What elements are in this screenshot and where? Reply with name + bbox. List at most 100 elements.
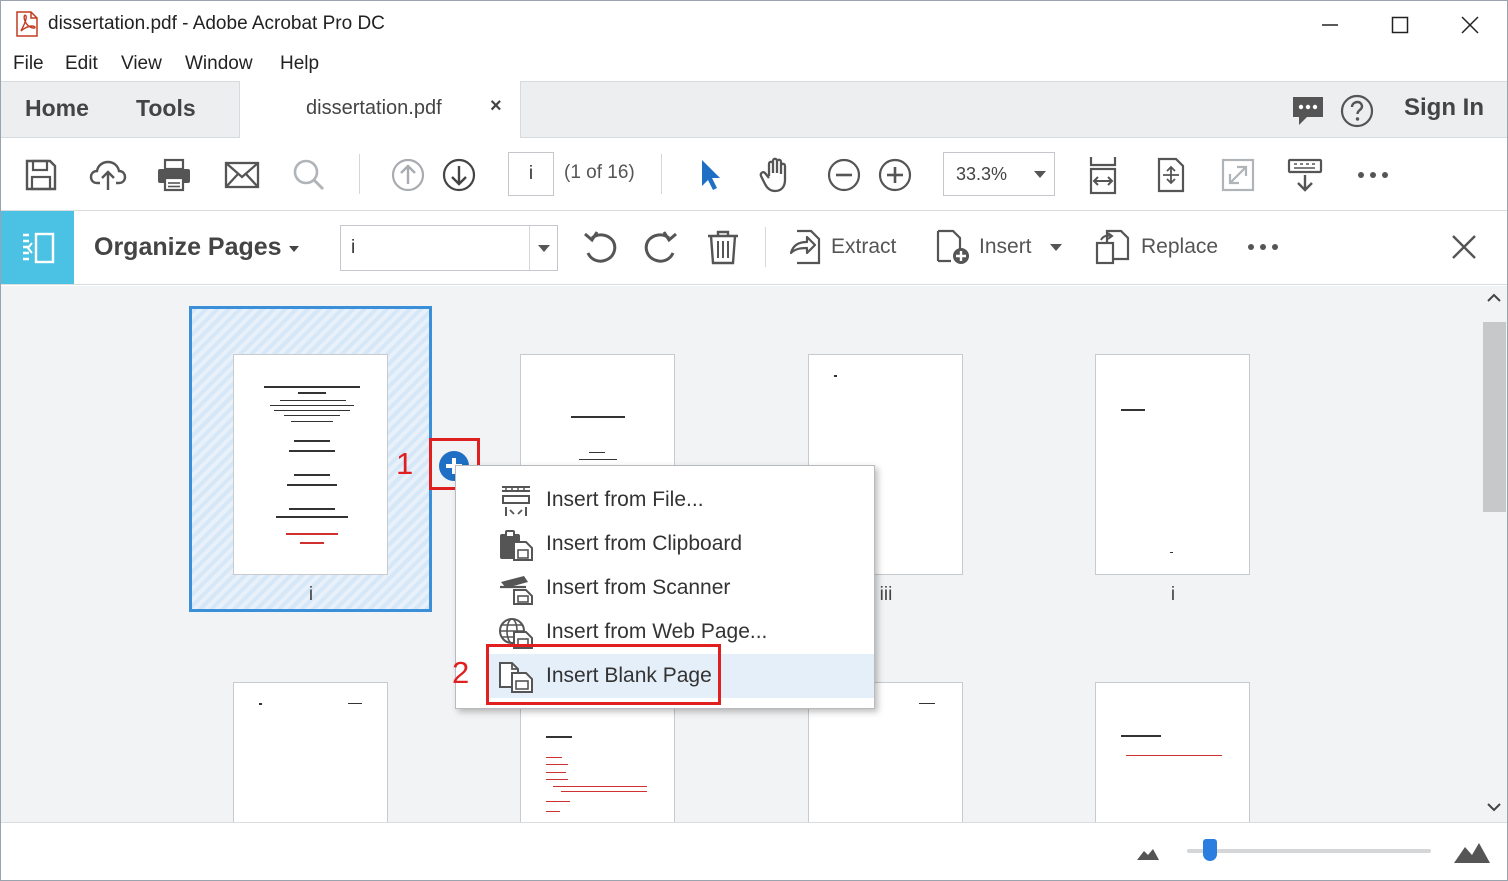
search-button[interactable]	[290, 156, 328, 194]
sign-in-button[interactable]: Sign In	[1404, 94, 1484, 122]
menu-item-insert-from-clipboard[interactable]: Insert from Clipboard	[456, 522, 874, 566]
page-number-input[interactable]: i	[508, 152, 554, 196]
pdf-file-icon	[16, 11, 38, 37]
thumbnail-size-slider-handle[interactable]	[1203, 839, 1217, 861]
next-page-button[interactable]	[440, 156, 478, 194]
menu-item-insert-from-scanner[interactable]: Insert from Scanner	[456, 566, 874, 610]
help-icon[interactable]	[1340, 94, 1374, 128]
menu-window[interactable]: Window	[185, 53, 253, 75]
save-icon	[25, 159, 57, 191]
fit-width-icon	[1089, 157, 1117, 195]
page-count: (1 of 16)	[564, 162, 635, 183]
rotate-counterclockwise-icon	[584, 231, 617, 263]
insert-page-icon	[936, 229, 969, 264]
toolbar-divider	[359, 154, 360, 194]
page-range-dropdown-button[interactable]	[529, 226, 557, 270]
maximize-icon	[1391, 16, 1409, 34]
page-thumbnail-title-page[interactable]	[233, 354, 388, 575]
scrollbar-thumb[interactable]	[1483, 322, 1506, 512]
step-1-label: 1	[396, 446, 414, 481]
page-label: i	[1170, 584, 1176, 605]
zoom-out-icon	[827, 158, 861, 192]
zoom-level-select[interactable]: 33.3%	[943, 152, 1055, 196]
menu-help[interactable]: Help	[280, 53, 319, 75]
tab-document[interactable]: dissertation.pdf ×	[239, 81, 521, 138]
replace-icon	[1095, 229, 1130, 265]
page-thumbnail[interactable]	[233, 682, 388, 822]
zoom-in-button[interactable]	[876, 156, 914, 194]
email-button[interactable]	[223, 156, 261, 194]
minimize-button[interactable]	[1295, 1, 1365, 49]
fit-page-button[interactable]	[1152, 156, 1190, 194]
extract-label: Extract	[831, 235, 897, 258]
step-2-label: 2	[452, 655, 470, 690]
large-thumbnails-icon[interactable]	[1453, 838, 1491, 864]
extract-button[interactable]: Extract	[789, 227, 896, 267]
menu-item-label: Insert from File...	[546, 488, 704, 511]
previous-page-button[interactable]	[389, 156, 427, 194]
hand-icon	[759, 157, 787, 193]
more-tools-button[interactable]	[1354, 156, 1392, 194]
hand-tool-button[interactable]	[758, 156, 796, 194]
read-mode-icon	[1287, 158, 1323, 192]
rotate-left-button[interactable]	[582, 227, 620, 267]
menu-item-insert-from-file[interactable]: Insert from File...	[456, 478, 874, 522]
read-mode-button[interactable]	[1286, 156, 1324, 194]
more-icon	[1358, 172, 1388, 178]
more-icon	[1248, 244, 1278, 250]
toolbar-divider	[661, 154, 662, 194]
more-organize-options-button[interactable]	[1247, 227, 1279, 267]
page-range-value: i	[351, 237, 356, 258]
chevron-down-icon	[538, 245, 550, 252]
print-button[interactable]	[155, 156, 193, 194]
page-thumbnail-list-of-figures[interactable]	[1095, 682, 1250, 822]
close-tab-button[interactable]: ×	[490, 95, 502, 118]
menu-bar: File Edit View Window Help	[1, 49, 1507, 81]
zoom-out-button[interactable]	[825, 156, 863, 194]
select-tool-button[interactable]	[692, 156, 730, 194]
toggle-tool-panel-button[interactable]	[1, 211, 74, 284]
full-screen-icon	[1221, 158, 1255, 192]
menu-view[interactable]: View	[121, 53, 162, 75]
page-range-select[interactable]: i	[340, 225, 558, 271]
close-window-button[interactable]	[1435, 1, 1505, 49]
window-title: dissertation.pdf - Adobe Acrobat Pro DC	[48, 13, 385, 34]
comment-icon[interactable]	[1291, 95, 1325, 127]
vertical-scrollbar[interactable]	[1481, 286, 1507, 822]
save-button[interactable]	[22, 156, 60, 194]
thumbnail-size-slider-track[interactable]	[1187, 849, 1431, 853]
toolbar-divider	[765, 227, 766, 267]
close-organize-pages-button[interactable]	[1450, 227, 1478, 267]
maximize-button[interactable]	[1365, 1, 1435, 49]
main-toolbar: i (1 of 16) 33.3%	[1, 138, 1507, 211]
menu-file[interactable]: File	[13, 53, 44, 75]
insert-button[interactable]: Insert	[935, 227, 1062, 267]
fit-width-button[interactable]	[1084, 156, 1122, 195]
page-label: i	[308, 584, 314, 605]
close-icon	[1461, 16, 1479, 34]
menu-item-label: Insert from Scanner	[546, 576, 731, 599]
tab-tools[interactable]: Tools	[136, 95, 196, 122]
menu-item-label: Insert from Web Page...	[546, 620, 768, 643]
upload-button[interactable]	[89, 156, 127, 194]
search-icon	[293, 159, 325, 191]
tab-home[interactable]: Home	[25, 95, 89, 122]
insert-file-icon	[502, 486, 530, 516]
chevron-down-icon	[1049, 243, 1062, 251]
replace-button[interactable]: Replace	[1095, 227, 1218, 267]
full-screen-button[interactable]	[1219, 156, 1257, 194]
cloud-upload-icon	[89, 160, 127, 190]
small-thumbnails-icon[interactable]	[1136, 845, 1160, 861]
menu-edit[interactable]: Edit	[65, 53, 98, 75]
rotate-right-button[interactable]	[641, 227, 679, 267]
arrow-up-circle-icon	[391, 158, 425, 192]
scroll-up-icon[interactable]	[1487, 293, 1501, 303]
delete-pages-button[interactable]	[706, 227, 740, 267]
thumbnail-size-bar	[1, 822, 1507, 880]
email-icon	[224, 161, 260, 189]
page-thumbnail-abstract[interactable]	[1095, 354, 1250, 575]
scroll-down-icon[interactable]	[1487, 802, 1501, 812]
organize-pages-title[interactable]: Organize Pages	[94, 233, 282, 262]
fit-page-icon	[1157, 157, 1185, 193]
insert-clipboard-icon	[500, 530, 533, 561]
